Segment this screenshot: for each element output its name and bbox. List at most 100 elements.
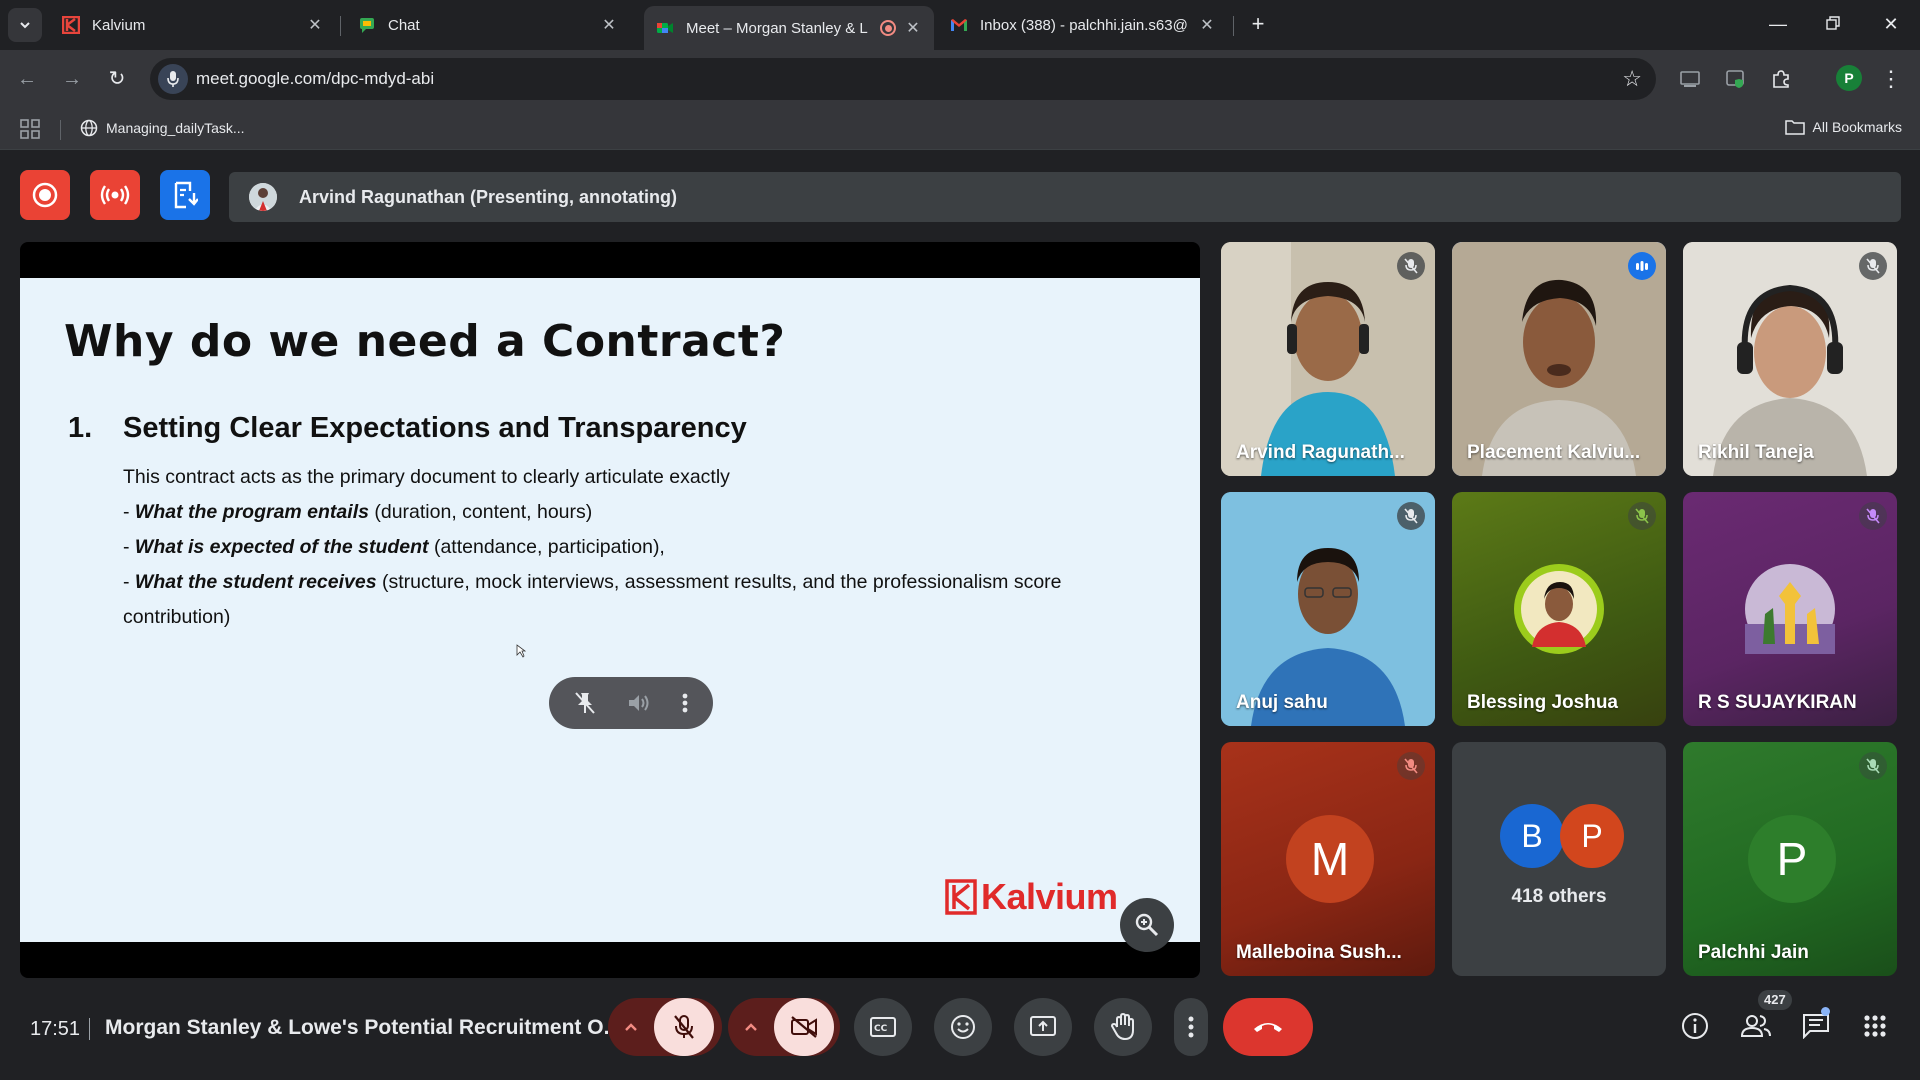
people-button[interactable] — [1736, 1006, 1776, 1046]
recording-button[interactable] — [20, 170, 70, 220]
chevron-down-icon — [20, 22, 30, 29]
audio-options-button[interactable] — [608, 1022, 654, 1032]
bullet-bold: What the program entails — [134, 501, 369, 523]
apps-grid-icon[interactable] — [20, 119, 40, 139]
more-options-button[interactable] — [1174, 998, 1208, 1056]
video-options-button[interactable] — [728, 1022, 774, 1032]
meeting-clock: 17:51 — [30, 1018, 81, 1040]
tab-divider — [340, 16, 341, 36]
mic-off-icon — [1859, 252, 1887, 280]
all-bookmarks-button[interactable]: All Bookmarks — [1784, 119, 1902, 135]
others-tile[interactable]: B P 418 others — [1452, 742, 1666, 976]
tab-title: Chat — [388, 16, 420, 34]
captions-button[interactable]: CC — [854, 998, 912, 1056]
mic-off-icon — [1859, 752, 1887, 780]
browser-menu-icon[interactable]: ⋮ — [1880, 64, 1902, 94]
tab-search-button[interactable] — [8, 8, 42, 42]
slide-bullet: - What the student receives (structure, … — [123, 571, 1062, 594]
apps-grid-icon — [1864, 1015, 1886, 1037]
call-end-icon — [1254, 1023, 1282, 1032]
cast-icon[interactable] — [1677, 66, 1703, 92]
more-options-button[interactable] — [682, 692, 688, 714]
participant-tile[interactable]: Blessing Joshua — [1452, 492, 1666, 726]
bullet-rest: (attendance, participation), — [428, 536, 665, 558]
info-icon — [1682, 1013, 1708, 1039]
bullet-bold: What the student receives — [134, 571, 377, 593]
participant-tile[interactable]: P Palchhi Jain — [1683, 742, 1897, 976]
chat-button[interactable] — [1796, 1006, 1836, 1046]
participant-name: Anuj sahu — [1236, 692, 1328, 713]
arrow-left-icon: ← — [17, 68, 37, 90]
participant-avatar — [1745, 564, 1835, 654]
close-window-button[interactable]: ✕ — [1876, 10, 1906, 38]
close-icon[interactable]: ✕ — [306, 15, 324, 35]
tab-kalvium[interactable]: Kalvium ✕ — [50, 6, 336, 44]
unpin-button[interactable] — [574, 691, 596, 715]
participant-name: R S SUJAYKIRAN — [1698, 692, 1857, 713]
volume-icon — [628, 695, 649, 711]
forward-button[interactable]: → — [57, 64, 87, 94]
volume-button[interactable] — [627, 692, 651, 714]
globe-icon — [80, 119, 98, 137]
tab-title: Inbox (388) - palchhi.jain.s63@ — [980, 16, 1188, 34]
microphone-permission-icon[interactable] — [158, 64, 188, 94]
activities-button[interactable] — [1855, 1006, 1895, 1046]
close-icon[interactable]: ✕ — [1198, 15, 1216, 35]
slide-heading: Setting Clear Expectations and Transpare… — [123, 412, 747, 444]
extensions-puzzle-icon[interactable] — [1768, 66, 1794, 92]
pin-off-icon — [575, 692, 596, 714]
minimize-button[interactable]: — — [1763, 10, 1793, 38]
zoom-button[interactable] — [1120, 898, 1174, 952]
meet-call-area: Arvind Ragunathan (Presenting, annotatin… — [0, 150, 1920, 1080]
live-stream-button[interactable] — [90, 170, 140, 220]
participant-tile[interactable]: Anuj sahu — [1221, 492, 1435, 726]
attendance-button[interactable] — [160, 170, 210, 220]
tab-gmail[interactable]: Inbox (388) - palchhi.jain.s63@ ✕ — [938, 6, 1228, 44]
tab-chat[interactable]: Chat ✕ — [346, 6, 630, 44]
participant-name: Placement Kalviu... — [1467, 442, 1641, 463]
browser-tab-strip: Kalvium ✕ Chat ✕ Meet – Morgan Stanley &… — [0, 0, 1920, 50]
more-vert-icon — [1188, 1016, 1194, 1038]
address-bar[interactable]: meet.google.com/dpc-mdyd-abi ☆ — [150, 58, 1656, 100]
bullet-rest: (structure, mock interviews, assessment … — [376, 571, 1062, 593]
restore-button[interactable] — [1818, 10, 1848, 38]
microphone-toggle-button[interactable] — [654, 998, 714, 1056]
raise-hand-button[interactable] — [1094, 998, 1152, 1056]
participant-tile[interactable]: M Malleboina Sush... — [1221, 742, 1435, 976]
leave-call-button[interactable] — [1223, 998, 1313, 1056]
camera-toggle-button[interactable] — [774, 998, 834, 1056]
bullet-prefix: - — [123, 571, 135, 593]
participant-name: Rikhil Taneja — [1698, 442, 1814, 463]
bookmark-star-icon[interactable]: ☆ — [1622, 66, 1642, 92]
present-screen-button[interactable] — [1014, 998, 1072, 1056]
participant-tile-speaking[interactable]: Placement Kalviu... — [1452, 242, 1666, 476]
participant-initial-avatar: B — [1500, 804, 1564, 868]
tab-divider — [1233, 16, 1234, 36]
presenter-avatar — [249, 183, 277, 211]
participant-tile[interactable]: R S SUJAYKIRAN — [1683, 492, 1897, 726]
presentation-slide: Why do we need a Contract? 1. Setting Cl… — [20, 278, 1200, 942]
reload-button[interactable]: ↻ — [102, 64, 132, 94]
reactions-button[interactable] — [934, 998, 992, 1056]
security-extension-icon[interactable] — [1723, 66, 1749, 92]
new-message-dot — [1821, 1007, 1830, 1016]
close-icon[interactable]: ✕ — [600, 15, 618, 35]
new-tab-button[interactable]: + — [1244, 10, 1272, 38]
present-to-all-icon — [1030, 1016, 1056, 1036]
google-meet-icon — [656, 19, 674, 37]
participant-tile[interactable]: Rikhil Taneja — [1683, 242, 1897, 476]
chevron-up-icon — [745, 1023, 757, 1031]
arrow-right-icon: → — [62, 68, 82, 90]
meeting-title[interactable]: Morgan Stanley & Lowe's Potential Recrui… — [105, 1016, 621, 1040]
folder-icon — [1784, 119, 1805, 135]
tab-meet[interactable]: Meet – Morgan Stanley & L ✕ — [644, 6, 934, 50]
participant-name: Palchhi Jain — [1698, 942, 1809, 963]
meeting-details-button[interactable] — [1675, 1006, 1715, 1046]
profile-avatar[interactable]: P — [1836, 65, 1862, 91]
mic-off-icon — [1628, 502, 1656, 530]
close-icon[interactable]: ✕ — [904, 18, 922, 38]
bookmark-managing-daily-task[interactable]: Managing_dailyTask... — [80, 119, 245, 137]
participant-tile[interactable]: Arvind Ragunath... — [1221, 242, 1435, 476]
back-button[interactable]: ← — [12, 64, 42, 94]
closed-captions-icon: CC — [870, 1017, 896, 1037]
